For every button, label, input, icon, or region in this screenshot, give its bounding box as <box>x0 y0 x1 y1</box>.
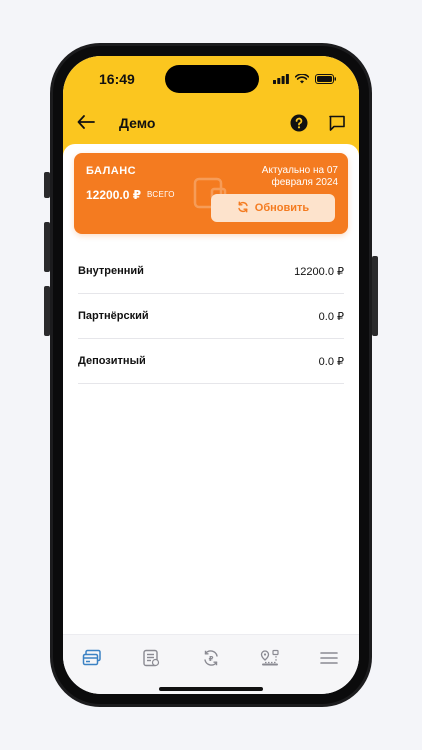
back-button[interactable] <box>77 112 97 136</box>
refresh-icon <box>237 201 249 216</box>
main-content: БАЛАНС 12200.0 ₽ ВСЕГО Актуально на 07 ф… <box>63 144 359 634</box>
menu-icon <box>320 650 338 671</box>
refresh-label: Обновить <box>254 202 310 214</box>
tab-bar: ₽ <box>63 634 359 694</box>
account-row-internal[interactable]: Внутренний 12200.0 ₽ <box>78 249 344 294</box>
balance-total-label: ВСЕГО <box>147 190 175 199</box>
tab-exchange[interactable]: ₽ <box>200 649 222 671</box>
balance-label: БАЛАНС <box>86 165 137 177</box>
question-icon <box>290 114 308 136</box>
phone-screen: 16:49 Демо БАЛАНС 12200.0 ₽ ВСЕГО Актуал… <box>63 56 359 694</box>
wifi-icon <box>294 71 310 89</box>
list-icon <box>142 649 160 672</box>
status-icons <box>273 71 337 89</box>
cards-icon <box>82 649 102 672</box>
account-value: 12200.0 ₽ <box>294 265 344 278</box>
exchange-icon: ₽ <box>202 649 220 672</box>
top-bar: 16:49 Демо <box>63 56 359 156</box>
status-time: 16:49 <box>99 71 135 87</box>
tab-route[interactable] <box>259 649 281 671</box>
account-value: 0.0 ₽ <box>318 310 344 323</box>
chat-button[interactable] <box>328 114 346 132</box>
signal-icon <box>273 71 289 89</box>
tab-menu[interactable] <box>318 649 340 671</box>
dynamic-island <box>165 65 259 93</box>
help-button[interactable] <box>290 114 308 132</box>
battery-icon <box>315 71 337 89</box>
nav-bar: Демо <box>63 112 359 136</box>
balance-updated-date: Актуально на 07 февраля 2024 <box>261 165 338 188</box>
home-indicator[interactable] <box>159 687 263 691</box>
chat-icon <box>328 115 346 136</box>
tab-operations[interactable] <box>140 649 162 671</box>
account-list: Внутренний 12200.0 ₽ Партнёрский 0.0 ₽ Д… <box>78 249 344 384</box>
balance-amount: 12200.0 ₽ <box>86 188 142 202</box>
route-icon <box>260 649 280 672</box>
svg-text:₽: ₽ <box>209 655 214 663</box>
page-title: Демо <box>119 115 156 131</box>
tab-cards[interactable] <box>81 649 103 671</box>
account-name: Депозитный <box>78 355 146 367</box>
refresh-button[interactable]: Обновить <box>211 194 335 222</box>
account-row-partner[interactable]: Партнёрский 0.0 ₽ <box>78 294 344 339</box>
arrow-left-icon <box>77 114 95 134</box>
account-row-deposit[interactable]: Депозитный 0.0 ₽ <box>78 339 344 384</box>
account-name: Внутренний <box>78 265 144 277</box>
power-button <box>372 256 378 336</box>
account-name: Партнёрский <box>78 310 149 322</box>
balance-card: БАЛАНС 12200.0 ₽ ВСЕГО Актуально на 07 ф… <box>74 153 348 234</box>
account-value: 0.0 ₽ <box>318 355 344 368</box>
